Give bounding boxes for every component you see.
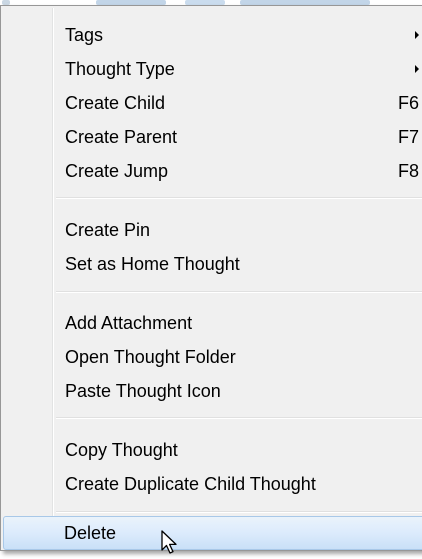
- chevron-right-icon: [415, 65, 419, 73]
- menu-separator: [56, 197, 422, 199]
- menu-item-paste-thought-icon[interactable]: Paste Thought Icon: [3, 374, 422, 408]
- menu-item-label: Open Thought Folder: [65, 347, 236, 367]
- menu-item-label: Create Pin: [65, 220, 151, 240]
- menu-item-label: Thought Type: [65, 59, 175, 79]
- menu-item-open-thought-folder[interactable]: Open Thought Folder: [3, 340, 422, 374]
- shortcut-label: F6: [398, 93, 420, 113]
- shortcut-label: F8: [398, 161, 420, 181]
- menu-item-set-as-home-thought[interactable]: Set as Home Thought: [3, 247, 422, 281]
- menu-item-tags[interactable]: Tags: [3, 18, 422, 52]
- menu-item-create-parent[interactable]: Create Parent F7: [3, 120, 422, 154]
- menu-item-label: Add Attachment: [65, 313, 193, 333]
- menu-item-add-attachment[interactable]: Add Attachment: [3, 306, 422, 340]
- menu-item-thought-type[interactable]: Thought Type: [3, 52, 422, 86]
- menu-separator: [56, 291, 422, 293]
- shortcut-label: F7: [398, 127, 420, 147]
- menu-item-delete[interactable]: Delete: [3, 516, 422, 550]
- menu-item-label: Create Jump: [65, 161, 169, 181]
- menu-item-label: Copy Thought: [65, 440, 178, 460]
- chevron-right-icon: [415, 31, 419, 39]
- menu-item-create-jump[interactable]: Create Jump F8: [3, 154, 422, 188]
- menu-item-label: Create Duplicate Child Thought: [65, 474, 316, 494]
- menu-item-label: Create Parent: [65, 127, 178, 147]
- menu-item-label: Tags: [65, 25, 104, 45]
- menu-separator: [56, 417, 422, 419]
- menu-item-label: Set as Home Thought: [65, 254, 240, 274]
- menu-item-create-duplicate-child-thought[interactable]: Create Duplicate Child Thought: [3, 467, 422, 501]
- menu-item-copy-thought[interactable]: Copy Thought: [3, 433, 422, 467]
- context-menu: Tags Thought Type Create Child F6 Create…: [0, 5, 422, 551]
- menu-item-label: Create Child: [65, 93, 166, 113]
- menu-separator: [56, 511, 422, 513]
- mouse-pointer-icon: [161, 530, 177, 554]
- menu-item-label: Paste Thought Icon: [65, 381, 221, 401]
- menu-item-label: Delete: [64, 523, 117, 543]
- menu-item-create-pin[interactable]: Create Pin: [3, 213, 422, 247]
- menu-item-create-child[interactable]: Create Child F6: [3, 86, 422, 120]
